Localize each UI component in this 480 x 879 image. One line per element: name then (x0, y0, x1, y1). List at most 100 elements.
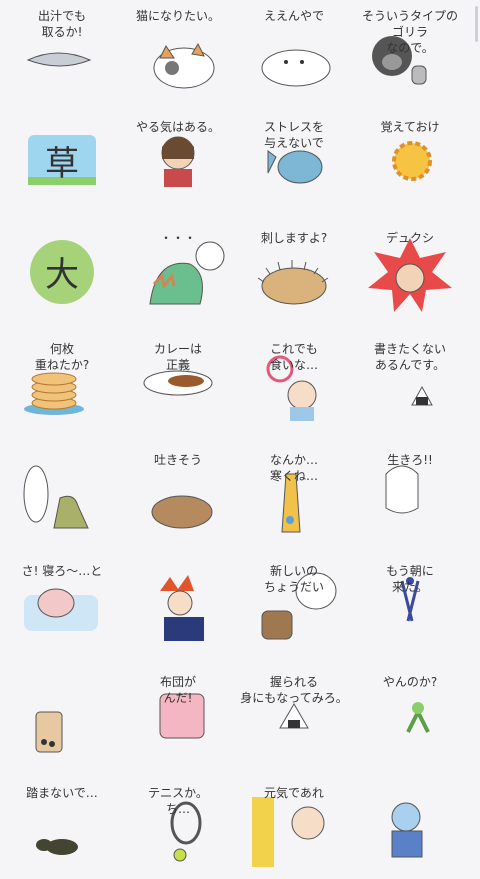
sticker-art (23, 465, 89, 529)
sticker-art: やんのか? (383, 675, 437, 733)
sticker-sun[interactable]: 覚えておけ (356, 117, 464, 213)
sticker-text: さ! 寝ろ〜…と (22, 563, 103, 578)
scrollbar[interactable] (475, 6, 478, 42)
sticker-text: 覚えておけ (380, 120, 439, 134)
sticker-text: 正義 (166, 357, 190, 372)
sticker-redhair[interactable] (124, 561, 232, 657)
sticker-text: 何枚 (50, 341, 74, 356)
sticker-ghost[interactable]: 生きろ!! (356, 450, 464, 546)
sticker-art: 何枚重ねたか? (24, 341, 89, 415)
sticker-grid: 出汁でも取るか! 猫になりたい。 ええんやで そういうタイプの ゴリラ なので。草 やる気は… (0, 0, 480, 878)
sticker-genki[interactable]: 元気であれ (240, 783, 348, 879)
sticker-art: 大 (30, 240, 94, 304)
sticker-art: ええんやで (261, 9, 331, 87)
sticker-art: デュクシ (368, 230, 452, 312)
sticker-text: 踏まないで… (26, 786, 98, 800)
sticker-sunfish[interactable]: ストレスを与えないで (240, 117, 348, 213)
sticker-art: 握られる身にもなってみろ。 (240, 674, 348, 729)
sticker-text: 生きろ!! (387, 453, 433, 467)
sticker-gorilla[interactable]: そういうタイプの ゴリラ なので。 (356, 6, 464, 102)
sticker-art: これでも食いな… (266, 342, 318, 421)
sticker-text: 刺しますよ? (261, 231, 327, 245)
sticker-giraffe[interactable]: なんか… 寒くね… (240, 450, 348, 546)
sticker-dino-roar[interactable] (8, 450, 116, 546)
sticker-text: ええんやで (264, 9, 324, 23)
sticker-text: ゴリラ (392, 24, 428, 39)
sticker-tennis[interactable]: テニスか。ち… (124, 783, 232, 879)
sticker-art: 出汁でも取るか! (26, 9, 92, 67)
sticker-text: ストレスを (264, 120, 324, 134)
sticker-art: 布団がんだ! (159, 674, 205, 739)
sticker-text: テニスか。 (148, 786, 208, 800)
sticker-onigiri[interactable]: 書きたくない あるんです。 (356, 339, 464, 435)
sticker-text: これでも (270, 342, 318, 356)
sticker-art (160, 575, 204, 641)
sticker-art: やる気はある。 (136, 119, 220, 187)
sticker-text: 布団が (160, 674, 196, 689)
sticker-overall[interactable] (356, 783, 464, 879)
sticker-pancake[interactable]: 何枚重ねたか? (8, 339, 116, 435)
sticker-pig[interactable]: さ! 寝ろ〜…と (8, 561, 116, 657)
sticker-art: そういうタイプのゴリラなので。 (362, 9, 458, 85)
sticker-art: 刺しますよ? (257, 231, 329, 305)
sticker-art: 踏まないで… (26, 786, 98, 855)
sticker-art: 草 (28, 135, 96, 185)
sticker-dashi[interactable]: 出汁でも取るか! (8, 6, 116, 102)
sticker-text: 草 (45, 144, 79, 184)
sticker-hedgehog[interactable]: 刺しますよ? (240, 228, 348, 324)
sticker-text: やんのか? (383, 675, 437, 689)
sticker-art: ストレスを与えないで (264, 120, 324, 184)
sticker-art: もう朝に来た。 (386, 564, 434, 622)
sticker-art: 生きろ!! (385, 453, 433, 514)
sticker-art: 吐きそう (151, 453, 213, 529)
sticker-boba[interactable] (8, 672, 116, 768)
sticker-text: 大 (45, 255, 79, 295)
sticker-text: 食いな… (270, 357, 318, 372)
sticker-text: 重ねたか? (35, 358, 89, 372)
sticker-text: ち… (166, 802, 190, 816)
sticker-cat[interactable]: 猫になりたい。 (124, 6, 232, 102)
sticker-kusa[interactable]: 草 (8, 117, 116, 213)
sticker-text: あるんです。 (375, 358, 445, 372)
sticker-text: 寒くね… (270, 468, 318, 483)
sticker-seal[interactable]: ええんやで (240, 6, 348, 102)
sticker-riceball-thought[interactable]: 握られる 身にもなってみろ。 (240, 672, 348, 768)
sticker-art: さ! 寝ろ〜…と (22, 563, 103, 631)
sticker-mantis[interactable]: やんのか? (356, 672, 464, 768)
sticker-dai[interactable]: 大 (8, 228, 116, 324)
sticker-art: カレーは正義 (143, 342, 213, 396)
sticker-art (35, 711, 63, 753)
sticker-text: 来た。 (392, 580, 428, 594)
sticker-text: ちょうだい (264, 580, 324, 594)
sticker-art (391, 802, 423, 858)
sticker-text: カレーは (154, 342, 202, 356)
sticker-text: そういうタイプの (362, 9, 458, 23)
sticker-curry[interactable]: カレーは 正義 (124, 339, 232, 435)
sticker-text: 与えないで (264, 136, 324, 150)
sticker-girl[interactable]: やる気はある。 (124, 117, 232, 213)
sticker-compass[interactable]: もう朝に 来た。 (356, 561, 464, 657)
sticker-text: 元気であれ (264, 785, 324, 800)
sticker-text: やる気はある。 (136, 119, 220, 134)
sticker-text: ・・・ (160, 231, 196, 245)
sticker-ant[interactable]: 踏まないで… (8, 783, 116, 879)
sticker-art: 書きたくないあるんです。 (374, 342, 446, 406)
sticker-deuce[interactable]: デュクシ (356, 228, 464, 324)
sticker-text: なんか… (270, 453, 318, 467)
sticker-bear[interactable]: 新しいの ちょうだい (240, 561, 348, 657)
sticker-art: テニスか。ち… (148, 786, 208, 862)
sticker-squirrel[interactable]: 吐きそう (124, 450, 232, 546)
sticker-art: 新しいのちょうだい (261, 563, 337, 640)
sticker-text: 握られる (270, 674, 318, 689)
sticker-text: 猫になりたい。 (136, 9, 220, 23)
sticker-text: 吐きそう (154, 453, 202, 467)
sticker-art: 覚えておけ (380, 120, 440, 181)
sticker-text: 取るか! (42, 25, 83, 39)
sticker-futon[interactable]: 布団がんだ! (124, 672, 232, 768)
sticker-text: 出汁でも (38, 9, 86, 23)
sticker-dino-dots[interactable]: ・・・ (124, 228, 232, 324)
sticker-art: 猫になりたい。 (136, 9, 220, 89)
sticker-text: もう朝に (386, 564, 434, 578)
sticker-baby[interactable]: これでも 食いな… (240, 339, 348, 435)
sticker-text: んだ! (164, 691, 193, 705)
